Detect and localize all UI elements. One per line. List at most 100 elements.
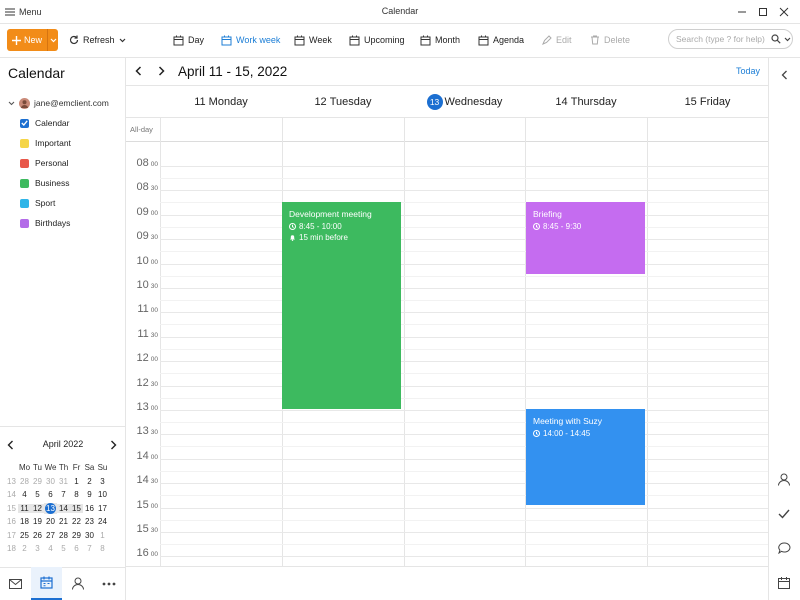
close-button[interactable] [776,4,792,20]
mini-day[interactable]: 18 [18,517,31,526]
search-icon[interactable] [771,34,781,44]
mini-day[interactable]: 6 [44,490,57,499]
day-header-friday[interactable]: 15 Friday [647,86,768,118]
mini-day[interactable]: 7 [57,490,70,499]
calendar-item-business[interactable]: Business [20,176,70,190]
color-swatch[interactable] [20,198,29,208]
calendar-item-important[interactable]: Important [20,136,71,150]
mini-day[interactable]: 25 [18,531,31,540]
day-header-wednesday[interactable]: 13 Wednesday [404,86,525,118]
calendar-item-calendar[interactable]: Calendar [20,116,70,130]
mini-day[interactable]: 29 [31,477,44,486]
search-input[interactable] [676,34,771,44]
mini-day[interactable]: 16 [83,504,96,513]
mini-day[interactable]: 17 [96,504,109,513]
mini-day[interactable]: 8 [70,490,83,499]
mini-day[interactable]: 29 [70,531,83,540]
menu-button[interactable]: Menu [5,4,42,20]
color-swatch[interactable] [20,178,29,188]
account-row[interactable]: jane@emclient.com [8,96,109,110]
mini-day[interactable]: 15 [70,503,83,513]
mini-day[interactable]: 30 [44,477,57,486]
mini-day[interactable]: 5 [57,544,70,553]
new-button[interactable]: New [7,29,58,51]
view-upcoming-button[interactable]: Upcoming [349,31,405,49]
more-nav-button[interactable] [93,567,124,600]
mini-day[interactable]: 11 [18,503,31,513]
mini-day[interactable]: 1 [70,477,83,486]
mini-day[interactable]: 5 [31,490,44,499]
calendar-item-personal[interactable]: Personal [20,156,69,170]
mini-day[interactable]: 7 [83,544,96,553]
mini-day[interactable]: 4 [44,544,57,553]
search-options-chevron-icon[interactable] [784,37,791,42]
mini-day[interactable]: 31 [57,477,70,486]
prev-week-icon[interactable] [135,66,142,76]
view-week-button[interactable]: Week [294,31,332,49]
color-swatch[interactable] [20,138,29,148]
calendar-item-sport[interactable]: Sport [20,196,55,210]
hour-line [160,312,768,313]
contacts-nav-button[interactable] [62,567,93,600]
mini-day[interactable]: 24 [96,517,109,526]
mini-day[interactable]: 28 [57,531,70,540]
event-briefing[interactable]: Briefing 8:45 - 9:30 [526,202,645,274]
mini-day[interactable]: 27 [44,531,57,540]
mail-nav-button[interactable] [0,567,31,600]
mini-day[interactable]: 10 [96,490,109,499]
delete-button[interactable]: Delete [590,31,630,49]
view-agenda-button[interactable]: Agenda [478,31,524,49]
contact-details-icon[interactable] [768,468,800,490]
next-week-icon[interactable] [158,66,165,76]
collapse-panel-icon[interactable] [768,64,800,86]
mini-day[interactable]: 22 [70,517,83,526]
agenda-calendar-icon[interactable] [768,572,800,594]
mini-day[interactable]: 12 [31,503,44,513]
event-meeting-with-suzy[interactable]: Meeting with Suzy 14:00 - 14:45 [526,409,645,505]
mini-day[interactable]: 23 [83,517,96,526]
mini-day[interactable]: 2 [83,477,96,486]
view-day-button[interactable]: Day [173,31,204,49]
all-day-row[interactable] [126,118,768,142]
today-button[interactable]: Today [736,66,760,76]
mini-next-month-icon[interactable] [110,440,117,450]
mini-day[interactable]: 20 [44,517,57,526]
mini-day[interactable]: 4 [18,490,31,499]
mini-day[interactable]: 3 [31,544,44,553]
mini-day[interactable]: 9 [83,490,96,499]
mini-day[interactable]: 28 [18,477,31,486]
mini-day[interactable]: 19 [31,517,44,526]
mini-day[interactable]: 8 [96,544,109,553]
mini-day[interactable]: 3 [96,477,109,486]
mini-day[interactable]: 30 [83,531,96,540]
view-work-week-button[interactable]: Work week [221,31,280,49]
mini-day[interactable]: 1 [96,531,109,540]
mini-day[interactable]: 6 [70,544,83,553]
event-development-meeting[interactable]: Development meeting 8:45 - 10:00 15 min … [282,202,401,409]
calendar-icon [40,576,53,589]
mini-day-today[interactable]: 13 [45,502,56,514]
mini-day[interactable]: 26 [31,531,44,540]
color-swatch[interactable] [20,218,29,228]
view-month-button[interactable]: Month [420,31,460,49]
edit-button[interactable]: Edit [542,31,572,49]
day-header-thursday[interactable]: 14 Thursday [525,86,647,118]
checkbox-checked-icon[interactable] [20,118,29,128]
mini-day-today-cell[interactable]: 13 [44,502,57,514]
day-header-tuesday[interactable]: 12 Tuesday [282,86,404,118]
maximize-button[interactable] [755,4,771,20]
new-dropdown-chevron-icon[interactable] [47,29,58,51]
search-box[interactable] [668,29,793,49]
chat-bubble-icon[interactable] [768,537,800,559]
day-header-monday[interactable]: 11 Monday [160,86,282,118]
refresh-button[interactable]: Refresh [69,31,126,49]
mini-day[interactable]: 2 [18,544,31,553]
chevron-down-icon[interactable] [8,101,15,106]
mini-day[interactable]: 14 [57,503,70,513]
tasks-check-icon[interactable] [768,503,800,525]
calendar-item-birthdays[interactable]: Birthdays [20,216,70,230]
mini-day[interactable]: 21 [57,517,70,526]
color-swatch[interactable] [20,158,29,168]
calendar-nav-button[interactable] [31,567,62,600]
minimize-button[interactable] [734,4,750,20]
